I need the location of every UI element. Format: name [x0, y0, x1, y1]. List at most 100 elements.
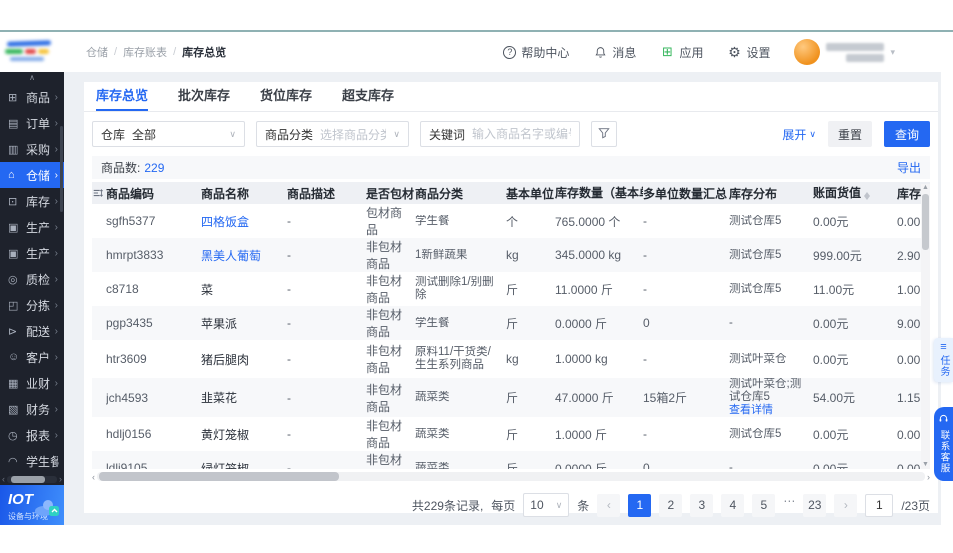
column-header: 商品名称	[201, 185, 287, 202]
tab-库存总览[interactable]: 库存总览	[96, 82, 149, 111]
chevron-right-icon: ›	[54, 429, 58, 441]
help-center-button[interactable]: ? 帮助中心	[503, 44, 569, 61]
apps-button[interactable]: ⊞ 应用	[660, 44, 703, 61]
sort-icon[interactable]	[864, 189, 871, 203]
iot-banner[interactable]: IOT 设备与环境	[0, 484, 64, 525]
chevron-right-icon: ›	[54, 351, 58, 363]
page-size-select[interactable]: 10 ∨	[523, 493, 570, 517]
product-name-link[interactable]: 黑美人葡萄	[201, 249, 261, 263]
cell-desc: -	[287, 316, 291, 330]
sidebar-horizontal-scrollbar[interactable]: ‹ ›	[0, 474, 64, 485]
cell-name: 菜	[201, 281, 287, 298]
tab-批次库存[interactable]: 批次库存	[178, 82, 230, 111]
sidebar-item-inventory[interactable]: ⊡ 库存 ›	[0, 188, 64, 214]
scrollbar-thumb[interactable]	[99, 472, 339, 481]
breadcrumb-item[interactable]: 库存账表	[123, 44, 167, 60]
sidebar-item-quality[interactable]: ◎ 质检 ›	[0, 266, 64, 292]
sidebar-item-delivery[interactable]: ⊳ 配送 ›	[0, 318, 64, 344]
sidebar-item-business-finance[interactable]: ▦ 业财 ›	[0, 370, 64, 396]
student-meal-icon: ◠	[8, 455, 18, 468]
sidebar-item-customers[interactable]: ☺ 客户 ›	[0, 344, 64, 370]
chevron-down-icon: ∨	[229, 128, 236, 139]
scroll-right-icon[interactable]: ›	[59, 474, 62, 484]
page-button-2[interactable]: 2	[659, 493, 683, 517]
scroll-down-icon[interactable]: ▼	[922, 461, 929, 469]
page-button-3[interactable]: 3	[690, 493, 714, 517]
page-button-23[interactable]: 23	[803, 493, 827, 517]
sidebar-scroll-down-icon[interactable]: ∨	[54, 460, 60, 469]
export-link[interactable]: 导出	[897, 159, 921, 176]
scroll-right-icon[interactable]: ›	[927, 472, 930, 482]
scrollbar-track[interactable]	[7, 475, 57, 483]
cell-dist: 测试叶菜仓	[729, 352, 787, 365]
tab-超支库存[interactable]: 超支库存	[342, 82, 394, 111]
cell-value: 0.00元	[813, 316, 849, 331]
filter-actions: 展开 ∨ 重置 查询	[782, 121, 930, 147]
table-row: hmrpt3833 黑美人葡萄 - 非包材商品 1新鲜蔬果 kg 345.0000 kg - 测…	[92, 238, 930, 272]
sidebar-scroll-up-icon[interactable]: ∧	[0, 72, 64, 84]
chevron-right-icon: ›	[54, 169, 58, 181]
sidebar-item-reports[interactable]: ◷ 报表 ›	[0, 422, 64, 448]
sidebar-item-finance[interactable]: ▧ 财务 ›	[0, 396, 64, 422]
contact-support-tab[interactable]: 联系客服	[934, 407, 953, 481]
scrollbar-thumb[interactable]	[922, 194, 929, 250]
table-row: htr3609 猪后腿肉 - 非包材商品 原料11/干货类/生生系列商品 kg 1.0000…	[92, 340, 930, 378]
search-button[interactable]: 查询	[883, 121, 930, 147]
scroll-up-icon[interactable]: ▲	[922, 184, 929, 192]
inventory-icon: ⊡	[8, 195, 18, 208]
table-horizontal-scrollbar[interactable]: ‹ ›	[92, 471, 930, 482]
sidebar-scrollbar[interactable]	[60, 126, 63, 212]
cell-value: 54.00元	[813, 391, 856, 405]
page-button-5[interactable]: 5	[752, 493, 776, 517]
column-settings-icon[interactable]	[92, 187, 106, 199]
next-page-button[interactable]: ›	[834, 493, 858, 517]
warehouse-select[interactable]: 仓库 全部 ∨	[92, 121, 245, 147]
page-button-4[interactable]: 4	[721, 493, 745, 517]
chevron-right-icon: ›	[54, 299, 58, 311]
cell-value: 0.00元	[813, 214, 849, 229]
sidebar-item-orders[interactable]: ▤ 订单 ›	[0, 110, 64, 136]
headset-icon	[938, 413, 949, 427]
settings-button[interactable]: ⚙ 设置	[727, 44, 770, 61]
cell-dist: -	[729, 316, 733, 329]
username-redacted	[826, 42, 885, 62]
user-menu[interactable]: ▾	[794, 39, 895, 65]
view-details-link[interactable]: 查看详情	[729, 404, 807, 417]
cell-packing: 非包材商品	[366, 382, 403, 414]
cell-name: 苹果派	[201, 315, 287, 332]
prev-page-button[interactable]: ‹	[597, 493, 621, 517]
keyword-field[interactable]: 关键词	[420, 121, 580, 147]
sidebar-item-sorting[interactable]: ◰ 分拣 ›	[0, 292, 64, 318]
category-select[interactable]: 商品分类 选择商品分类 ∨	[256, 121, 409, 147]
column-header-label: 商品名称	[201, 186, 250, 201]
page-jump-input[interactable]	[865, 493, 894, 517]
tab-货位库存[interactable]: 货位库存	[260, 82, 312, 111]
cell-name: 四格饭盒	[201, 213, 287, 230]
settings-label: 设置	[746, 45, 771, 60]
messages-button[interactable]: 消息	[593, 44, 636, 61]
cell-unit: 斤	[506, 316, 519, 331]
sidebar-item-production-2[interactable]: ▣ 生产 ›	[0, 240, 64, 266]
scrollbar-thumb[interactable]	[11, 475, 45, 483]
page-button-1[interactable]: 1	[628, 493, 652, 517]
cell-value: 11.00元	[813, 282, 855, 297]
table-vertical-scrollbar[interactable]: ▲ ▼	[921, 184, 930, 469]
column-header: 基本单位	[506, 185, 555, 202]
chevron-right-icon: ›	[54, 221, 58, 233]
advanced-filter-button[interactable]	[591, 121, 617, 147]
sidebar-item-warehouse[interactable]: ⌂ 仓储 ›	[0, 162, 64, 188]
expand-filters-link[interactable]: 展开 ∨	[782, 126, 816, 143]
sidebar-item-production-1[interactable]: ▣ 生产 ›	[0, 214, 64, 240]
sidebar-item-purchase[interactable]: ▥ 采购 ›	[0, 136, 64, 162]
sidebar-item-label: 生产	[26, 220, 50, 235]
reset-button[interactable]: 重置	[827, 121, 872, 147]
scroll-left-icon[interactable]: ‹	[2, 474, 5, 484]
task-panel-tab[interactable]: ≡ 任务	[934, 338, 953, 382]
scrollbar-track[interactable]	[97, 472, 925, 481]
product-name-link[interactable]: 四格饭盒	[201, 215, 249, 229]
scroll-left-icon[interactable]: ‹	[92, 472, 95, 482]
breadcrumb-item[interactable]: 仓储	[86, 44, 108, 60]
keyword-input[interactable]	[472, 127, 571, 141]
sidebar-item-goods[interactable]: ⊞ 商品 ›	[0, 84, 64, 110]
cell-value: 999.00元	[813, 248, 862, 263]
